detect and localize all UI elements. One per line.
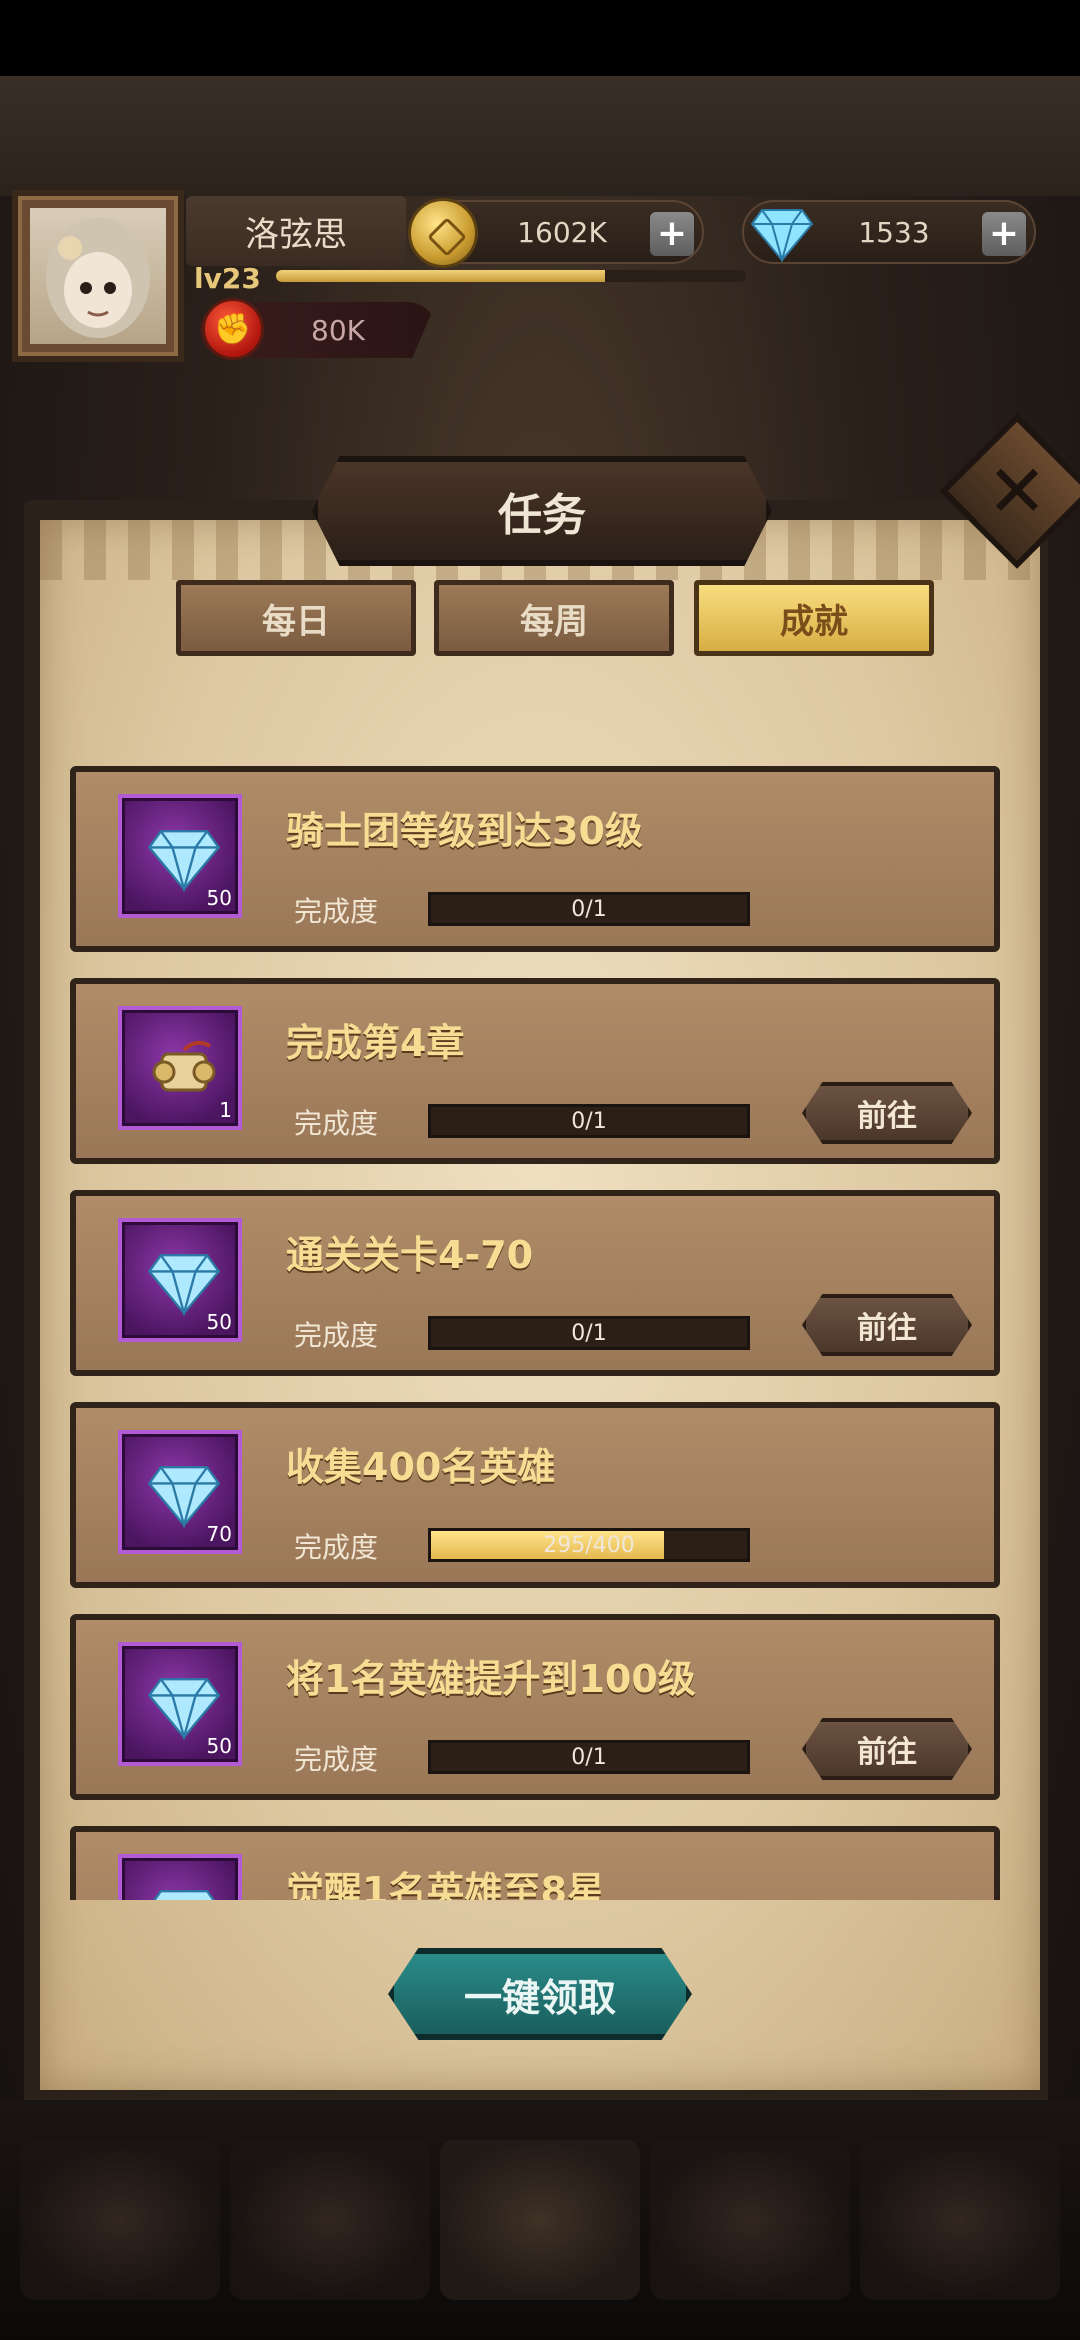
nav-slot[interactable] [860,2140,1060,2300]
progress-label: 完成度 [294,1743,379,1776]
task-title: 觉醒1名英雄至8星 [286,1869,605,1900]
gold-amount: 1602K [517,215,607,249]
xp-bar-fill [276,270,605,282]
task-title: 通关关卡4-70 [286,1233,534,1277]
player-name: 洛弦思 [186,196,406,266]
avatar-portrait [30,208,166,344]
scroll-icon [152,1040,216,1092]
progress-text: 0/1 [571,1320,607,1346]
task-list[interactable]: 50 骑士团等级到达30级 完成度 0/1 1 完成第4章 完成度 0/1 前往… [70,760,1010,1900]
background-top [0,76,1080,196]
reward-slot[interactable]: 1 [118,1006,242,1130]
go-button[interactable]: 前往 [802,1082,972,1144]
progress-text: 0/1 [571,1108,607,1134]
progress-label: 完成度 [294,1531,379,1564]
progress-bar: 295/400 [428,1528,750,1562]
reward-quantity: 50 [206,1310,232,1334]
reward-slot[interactable]: 50 [118,794,242,918]
panel-title: 任务 [498,490,586,541]
task-item: 50 通关关卡4-70 完成度 0/1 前往 [70,1190,1000,1376]
fist-icon: ✊ [202,298,264,360]
bottom-nav-bar [0,2100,1080,2340]
progress-text: 0/1 [571,896,607,922]
diamond-icon [147,1466,221,1528]
progress-bar: 0/1 [428,1740,750,1774]
claim-all-button[interactable]: 一键领取 [388,1948,692,2040]
gem-amount: 1533 [858,215,930,249]
diamond-icon [750,209,814,262]
reward-slot[interactable]: 70 [118,1430,242,1554]
task-title: 将1名英雄提升到100级 [286,1657,696,1701]
diamond-icon [153,1890,215,1900]
add-gold-button[interactable]: + [650,212,694,256]
nav-slot[interactable] [440,2140,640,2300]
reward-slot[interactable]: 50 [118,1642,242,1766]
diamond-icon [147,1254,221,1316]
go-button[interactable]: 前往 [802,1294,972,1356]
progress-bar: 0/1 [428,1104,750,1138]
task-item: 50 将1名英雄提升到100级 完成度 0/1 前往 [70,1614,1000,1800]
reward-slot[interactable]: 50 [118,1218,242,1342]
progress-label: 完成度 [294,895,379,928]
progress-label: 完成度 [294,1107,379,1140]
reward-slot[interactable] [118,1854,242,1900]
progress-bar: 0/1 [428,892,750,926]
close-icon[interactable]: ✕ [962,436,1072,546]
progress-text: 295/400 [543,1532,635,1558]
reward-quantity: 50 [206,886,232,910]
portrait-icon [46,218,150,338]
gold-coin-icon [408,198,478,268]
status-bar-area [0,0,1080,76]
progress-label: 完成度 [294,1319,379,1352]
go-button[interactable]: 前往 [802,1718,972,1780]
task-title: 收集400名英雄 [286,1445,556,1489]
task-item: 1 完成第4章 完成度 0/1 前往 [70,978,1000,1164]
task-item: 50 骑士团等级到达30级 完成度 0/1 [70,766,1000,952]
task-title: 骑士团等级到达30级 [286,809,643,853]
reward-quantity: 1 [219,1098,232,1122]
progress-text: 0/1 [571,1744,607,1770]
tab-daily[interactable]: 每日 [176,580,416,656]
nav-slot[interactable] [650,2140,850,2300]
progress-bar: 0/1 [428,1316,750,1350]
game-screen: 洛弦思 lv23 1602K + 1533 + 80K ✊ 任务 ✕ 每日 每周… [0,0,1080,2340]
reward-quantity: 70 [206,1522,232,1546]
xp-bar [276,270,746,282]
task-item: 觉醒1名英雄至8星 [70,1826,1000,1900]
nav-slot[interactable] [230,2140,430,2300]
gem-counter: 1533 + [742,200,1036,264]
gold-counter: 1602K + [408,198,704,268]
add-gems-button[interactable]: + [982,212,1026,256]
diamond-icon [147,830,221,892]
reward-quantity: 50 [206,1734,232,1758]
diamond-icon [147,1678,221,1740]
task-title: 完成第4章 [286,1021,465,1065]
task-item: 70 收集400名英雄 完成度 295/400 [70,1402,1000,1588]
player-level: lv23 [194,262,261,295]
tab-achievements[interactable]: 成就 [694,580,934,656]
avatar[interactable] [12,190,184,362]
nav-slot[interactable] [20,2140,220,2300]
power-value: 80K [311,313,365,347]
tab-weekly[interactable]: 每周 [434,580,674,656]
